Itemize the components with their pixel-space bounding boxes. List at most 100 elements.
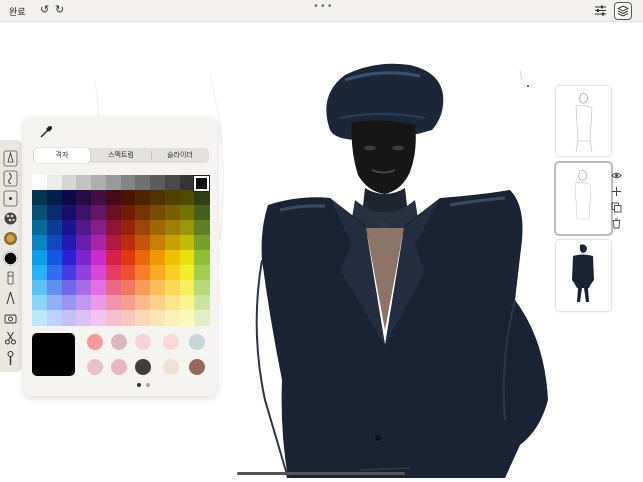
grid-color-cell[interactable] (164, 235, 180, 251)
grid-color-cell[interactable] (61, 190, 77, 206)
grid-color-cell[interactable] (179, 280, 195, 296)
grid-color-cell[interactable] (164, 220, 180, 236)
grid-color-cell[interactable] (194, 295, 210, 311)
layer-thumbnail[interactable] (556, 240, 611, 311)
grid-color-cell[interactable] (32, 280, 48, 296)
grid-color-cell[interactable] (46, 250, 62, 266)
grid-color-cell[interactable] (105, 190, 121, 206)
history-color-swatch[interactable] (189, 359, 205, 375)
grid-color-cell[interactable] (105, 280, 121, 296)
grid-color-cell[interactable] (179, 235, 195, 251)
grid-color-cell[interactable] (120, 220, 136, 236)
grid-color-cell[interactable] (105, 295, 121, 311)
grid-color-cell[interactable] (135, 265, 151, 281)
grid-color-cell[interactable] (76, 310, 92, 326)
grid-color-cell[interactable] (105, 265, 121, 281)
grid-color-cell[interactable] (135, 235, 151, 251)
grid-color-cell[interactable] (120, 280, 136, 296)
color-grid[interactable] (32, 175, 210, 326)
grid-color-cell[interactable] (32, 205, 48, 221)
tab-spectrum[interactable]: 스펙트럼 (92, 148, 150, 163)
grid-color-cell[interactable] (194, 235, 210, 251)
grid-color-cell[interactable] (46, 295, 62, 311)
grid-color-cell[interactable] (120, 265, 136, 281)
grid-color-cell[interactable] (150, 280, 166, 296)
grid-color-cell[interactable] (46, 280, 62, 296)
grid-color-cell[interactable] (179, 190, 195, 206)
layer-thumbnail-selected[interactable] (554, 161, 613, 236)
grid-color-cell[interactable] (91, 250, 107, 266)
grid-color-cell[interactable] (164, 310, 180, 326)
history-color-swatch[interactable] (163, 359, 179, 375)
grid-color-cell[interactable] (61, 250, 77, 266)
texture-brush-icon[interactable] (3, 230, 18, 247)
grid-color-cell[interactable] (120, 295, 136, 311)
grid-color-cell[interactable] (150, 235, 166, 251)
grid-color-cell[interactable] (120, 175, 136, 191)
grid-color-cell[interactable] (32, 250, 48, 266)
grid-color-cell[interactable] (135, 220, 151, 236)
grid-color-cell[interactable] (150, 205, 166, 221)
undo-icon[interactable]: ↺ (40, 3, 49, 17)
grid-color-cell[interactable] (32, 220, 48, 236)
grid-color-cell[interactable] (91, 310, 107, 326)
delete-icon[interactable] (611, 218, 622, 229)
grid-color-cell[interactable] (61, 280, 77, 296)
grid-color-cell[interactable] (194, 280, 210, 296)
history-color-swatch[interactable] (111, 359, 127, 375)
eyedropper-icon[interactable] (39, 125, 53, 139)
grid-color-cell[interactable] (150, 220, 166, 236)
history-color-swatch[interactable] (163, 334, 179, 350)
tab-sliders[interactable]: 슬라이더 (152, 148, 208, 163)
grid-color-cell[interactable] (194, 310, 210, 326)
grid-color-cell[interactable] (194, 265, 210, 281)
grid-color-cell[interactable] (179, 265, 195, 281)
grid-color-cell[interactable] (179, 220, 195, 236)
opacity-icon[interactable] (3, 190, 18, 207)
page-dot[interactable] (146, 383, 150, 387)
grid-color-cell[interactable] (179, 250, 195, 266)
grid-color-cell[interactable] (105, 205, 121, 221)
grid-color-cell[interactable] (135, 190, 151, 206)
grid-color-cell[interactable] (61, 235, 77, 251)
scissors-icon[interactable] (3, 330, 18, 347)
grid-color-cell[interactable] (135, 295, 151, 311)
grid-color-cell[interactable] (32, 175, 48, 191)
grid-color-cell[interactable] (61, 295, 77, 311)
grid-color-cell[interactable] (91, 280, 107, 296)
grid-color-cell[interactable] (179, 310, 195, 326)
grid-color-cell[interactable] (135, 250, 151, 266)
grid-color-cell[interactable] (76, 235, 92, 251)
redo-icon[interactable]: ↻ (55, 3, 64, 17)
grid-color-cell[interactable] (120, 310, 136, 326)
grid-color-cell[interactable] (150, 190, 166, 206)
grid-color-cell[interactable] (135, 175, 151, 191)
grid-color-cell[interactable] (91, 220, 107, 236)
grid-color-cell[interactable] (194, 205, 210, 221)
more-options-icon[interactable]: ••• (313, 1, 334, 12)
grid-color-cell[interactable] (135, 205, 151, 221)
grid-color-cell[interactable] (32, 190, 48, 206)
grid-color-cell[interactable] (32, 295, 48, 311)
layer-thumbnail[interactable] (556, 86, 611, 156)
grid-color-cell[interactable] (164, 250, 180, 266)
grid-color-cell[interactable] (76, 205, 92, 221)
grid-color-cell[interactable] (150, 265, 166, 281)
grid-color-cell[interactable] (179, 205, 195, 221)
grid-color-cell[interactable] (164, 205, 180, 221)
history-color-swatch[interactable] (87, 359, 103, 375)
grid-color-cell[interactable] (91, 295, 107, 311)
grid-color-cell[interactable] (32, 265, 48, 281)
grid-color-cell[interactable] (120, 205, 136, 221)
grid-color-cell[interactable] (91, 175, 107, 191)
grid-color-cell[interactable] (76, 265, 92, 281)
visibility-icon[interactable] (611, 170, 622, 181)
current-color-swatch[interactable] (32, 333, 75, 376)
history-color-swatch[interactable] (189, 334, 205, 350)
grid-color-cell[interactable] (164, 190, 180, 206)
tab-grid[interactable]: 격자 (34, 148, 90, 163)
smudge-icon[interactable] (3, 170, 18, 187)
grid-color-cell[interactable] (194, 220, 210, 236)
history-color-swatch[interactable] (135, 359, 151, 375)
grid-color-cell[interactable] (46, 175, 62, 191)
